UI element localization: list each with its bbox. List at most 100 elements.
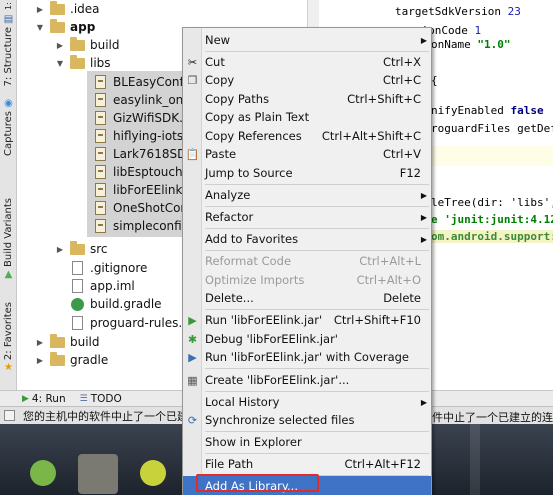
- menu-item-delete[interactable]: Delete... Delete: [183, 289, 431, 307]
- menu-item-jump-to-source[interactable]: Jump to Source F12: [183, 164, 431, 182]
- tree-item-app[interactable]: ▼ app: [35, 18, 95, 36]
- todo-tool-button[interactable]: ☰ TODO: [80, 393, 122, 405]
- menu-item-debug[interactable]: ✱ Debug 'libForEElink.jar': [183, 330, 431, 348]
- expand-arrow-icon[interactable]: ▶: [55, 245, 65, 254]
- file-icon: [69, 261, 85, 275]
- menu-item-synchronize[interactable]: ⟳ Synchronize selected files: [183, 411, 431, 429]
- menu-item-new[interactable]: New ▶: [183, 31, 431, 49]
- expand-arrow-icon[interactable]: ▶: [35, 356, 45, 365]
- menu-item-paste[interactable]: 📋 Paste Ctrl+V: [183, 145, 431, 163]
- code-line: roguardFiles getDefaultP: [431, 122, 553, 135]
- code-line: e 'junit:junit:4.12': [431, 213, 553, 226]
- tab-captures-label: Captures: [3, 111, 14, 156]
- tree-item-proguard[interactable]: proguard-rules.p: [69, 314, 190, 332]
- tab-favorites-label: 2: Favorites: [3, 302, 14, 361]
- tab-build-variants[interactable]: Build Variants ▲: [0, 198, 17, 282]
- menu-separator: [205, 228, 429, 229]
- tree-item-app-iml[interactable]: app.iml: [69, 277, 135, 295]
- jar-icon: [92, 165, 108, 179]
- menu-item-run[interactable]: ▶ Run 'libForEElink.jar' Ctrl+Shift+F10: [183, 311, 431, 329]
- expand-arrow-icon[interactable]: ▶: [35, 338, 45, 347]
- tree-item-label: libs: [90, 56, 111, 70]
- submenu-arrow-icon: ▶: [420, 397, 427, 407]
- tab-project[interactable]: 1: Project: [0, 0, 17, 12]
- jar-icon: [92, 183, 108, 197]
- tree-item-build[interactable]: ▶ build: [55, 36, 120, 54]
- menu-separator: [205, 250, 429, 251]
- tree-item-label: .gitignore: [90, 261, 148, 275]
- jar-icon: [92, 219, 108, 233]
- taskbar-app-icon[interactable]: [140, 460, 166, 486]
- tab-build-variants-label: Build Variants: [3, 198, 14, 267]
- tree-item-label: .idea: [70, 2, 100, 16]
- tree-item-build-root[interactable]: ▶ build: [35, 333, 100, 351]
- tree-item-idea[interactable]: ▶ .idea: [35, 0, 100, 18]
- tree-item-build-gradle[interactable]: build.gradle: [69, 295, 162, 313]
- menu-item-run-with-coverage[interactable]: ▶ Run 'libForEElink.jar' with Coverage: [183, 348, 431, 366]
- gradle-icon: [69, 297, 85, 311]
- left-tool-strip: 1: Project ▤ 7: Structure ◉ Captures Bui…: [0, 0, 17, 390]
- cut-icon: ✂: [187, 55, 198, 69]
- sync-icon: ⟳: [187, 413, 198, 427]
- code-line: leTree(dir: 'libs', i: [431, 196, 553, 209]
- todo-icon: ☰: [79, 393, 88, 404]
- folder-icon: [49, 351, 65, 367]
- menu-item-local-history[interactable]: Local History ▶: [183, 393, 431, 411]
- tree-item-label: build: [70, 335, 100, 349]
- menu-item-file-path[interactable]: File Path Ctrl+Alt+F12: [183, 455, 431, 473]
- menu-item-show-in-explorer[interactable]: Show in Explorer: [183, 433, 431, 451]
- folder-icon: [69, 240, 85, 256]
- tab-project-label: 1: Project: [4, 0, 13, 10]
- folder-icon: [69, 54, 85, 70]
- jar-icon: [92, 201, 108, 215]
- tab-structure-label: 7: Structure: [3, 27, 14, 87]
- folder-icon: [49, 333, 65, 349]
- copy-icon: ❐: [187, 73, 198, 87]
- menu-item-create-configuration[interactable]: ▦ Create 'libForEElink.jar'...: [183, 371, 431, 389]
- tab-structure[interactable]: ▤ 7: Structure: [0, 14, 17, 86]
- tree-item-jar[interactable]: OneShotConfi: [92, 199, 196, 217]
- collapse-arrow-icon[interactable]: ▼: [55, 59, 65, 68]
- tree-item-gitignore[interactable]: .gitignore: [69, 259, 147, 277]
- captures-icon: ◉: [4, 98, 13, 109]
- menu-item-reformat-code: Reformat Code Ctrl+Alt+L: [205, 254, 421, 268]
- jar-icon: [92, 147, 108, 161]
- tab-captures[interactable]: ◉ Captures: [0, 98, 17, 156]
- run-tool-button[interactable]: ▶ 4: Run: [22, 393, 66, 405]
- menu-item-analyze[interactable]: Analyze ▶: [183, 186, 431, 204]
- tab-favorites[interactable]: 2: Favorites ★: [0, 302, 17, 375]
- menu-item-add-to-favorites[interactable]: Add to Favorites ▶: [183, 230, 431, 248]
- tree-item-label: app.iml: [90, 279, 135, 293]
- tree-item-label: build: [90, 38, 120, 52]
- build-variants-icon: ▲: [4, 268, 13, 280]
- file-icon: [69, 316, 85, 330]
- menu-item-copy-plain-text[interactable]: Copy as Plain Text: [183, 108, 431, 126]
- menu-separator: [205, 309, 429, 310]
- menu-item-refactor[interactable]: Refactor ▶: [183, 208, 431, 226]
- jar-icon: [92, 75, 108, 89]
- run-tool-label: 4: Run: [31, 392, 66, 405]
- tree-item-libs[interactable]: ▼ libs: [55, 54, 111, 72]
- menu-item-cut[interactable]: ✂ Cut Ctrl+X: [183, 53, 431, 71]
- expand-arrow-icon[interactable]: ▶: [35, 5, 45, 14]
- tree-item-src[interactable]: ▶ src: [55, 240, 108, 258]
- menu-item-copy-references[interactable]: Copy References Ctrl+Alt+Shift+C: [183, 127, 431, 145]
- jar-icon: [92, 129, 108, 143]
- tree-item-gradle[interactable]: ▶ gradle: [35, 351, 108, 369]
- expand-arrow-icon[interactable]: ▶: [55, 41, 65, 50]
- taskbar-app-icon[interactable]: [78, 454, 118, 494]
- menu-separator: [205, 51, 429, 52]
- module-folder-icon: [49, 18, 65, 34]
- create-config-icon: ▦: [187, 373, 198, 387]
- folder-icon: [69, 36, 85, 52]
- menu-item-copy[interactable]: ❐ Copy Ctrl+C: [183, 71, 431, 89]
- file-icon: [69, 279, 85, 293]
- favorites-icon: ★: [4, 362, 13, 374]
- taskbar-app-icon[interactable]: [30, 460, 56, 486]
- collapse-arrow-icon[interactable]: ▼: [35, 23, 45, 32]
- structure-icon: ▤: [3, 14, 14, 25]
- annotation-highlight-box: [196, 474, 319, 492]
- menu-item-copy-paths[interactable]: Copy Paths Ctrl+Shift+C: [183, 90, 431, 108]
- context-menu: New ▶ ✂ Cut Ctrl+X ❐ Copy Ctrl+C Copy Paths…: [182, 27, 432, 495]
- status-toggle[interactable]: [4, 410, 15, 421]
